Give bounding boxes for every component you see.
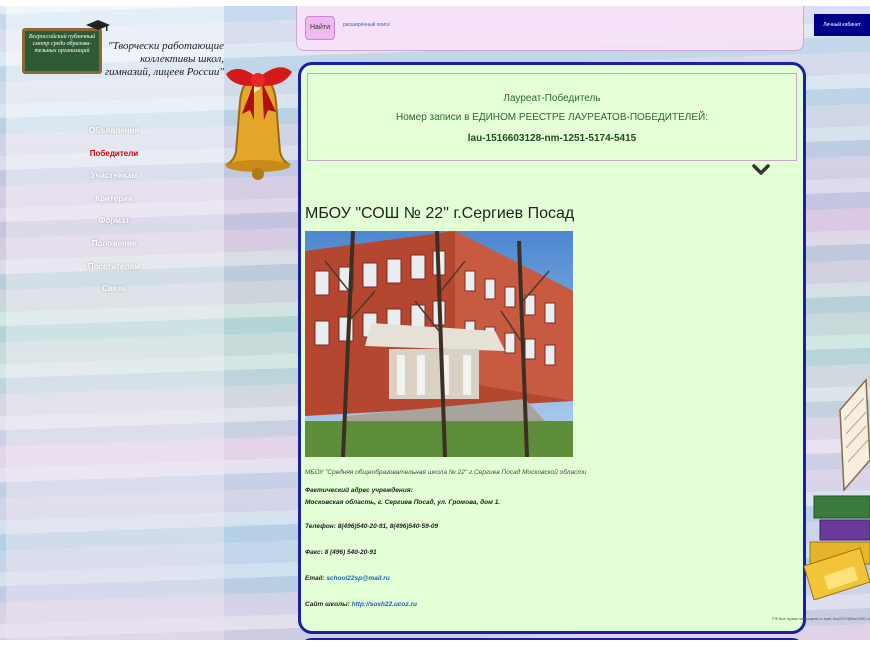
site-row: Сайт школы: http://sosh22.ucoz.ru (305, 601, 417, 608)
winner-card: Лауреат-Победитель Номер записи в ЕДИНОМ… (298, 62, 806, 634)
fax-value: 8 (496) 540-20-91 (324, 549, 377, 556)
email-label: Email: (305, 575, 325, 582)
laureate-banner: Лауреат-Победитель Номер записи в ЕДИНОМ… (307, 73, 797, 161)
school-photo (305, 231, 573, 457)
fax-row: Факс: 8 (496) 540-20-91 (305, 549, 377, 556)
chevron-down-icon[interactable] (751, 163, 771, 177)
nav-item-announcements[interactable]: Объявления (60, 124, 168, 147)
books-decoration-icon (803, 378, 870, 600)
registry-label: Номер записи в ЕДИНОМ РЕЕСТРЕ ЛАУРЕАТОВ-… (396, 112, 708, 123)
footer-copyright: РФ Все права защищены e-mail: tks2017@tk… (772, 616, 870, 621)
registry-record-id: lau-1516603128-nm-1251-5174-5415 (467, 133, 637, 144)
nav-item-regulations[interactable]: Положение (60, 237, 168, 260)
site-label: Сайт школы: (305, 601, 350, 608)
website-link[interactable]: http://sosh22.ucoz.ru (352, 601, 417, 608)
bottom-edge (0, 640, 870, 648)
email-row: Email: school22sp@mail.ru (305, 575, 390, 582)
laureate-status: Лауреат-Победитель (503, 93, 601, 104)
nav-item-format[interactable]: Формат (60, 214, 168, 237)
nav-item-participants[interactable]: Участникам (60, 169, 168, 192)
logo-text: Всероссийский публичный смотр среди обра… (28, 34, 96, 54)
photo-caption: МБОУ "Средняя общеобразовательная школа … (305, 469, 587, 476)
personal-cabinet-button[interactable]: Личный кабинет (814, 14, 870, 36)
search-button[interactable]: Найти (305, 16, 335, 40)
nav-item-contact[interactable]: Связь (60, 282, 168, 305)
main-nav: Объявления Победители Участникам Критери… (60, 124, 168, 305)
phone-label: Телефон: (305, 523, 336, 530)
advanced-search-link[interactable]: расширенный поиск (343, 22, 390, 28)
site-tagline: "Творчески работающие коллективы школ, г… (104, 40, 224, 78)
phone-row: Телефон: 8(496)540-20-91, 8(496)540-59-0… (305, 523, 438, 530)
bell-decoration-icon (224, 67, 292, 180)
nav-item-criteria[interactable]: Критерии (60, 192, 168, 215)
search-bar: Найти расширенный поиск (296, 6, 804, 51)
nav-item-winners[interactable]: Победители (60, 147, 168, 170)
school-title: МБОУ "СОШ № 22" г.Сергиев Посад (305, 205, 575, 222)
address-value: Московская область, г. Сергиев Посад, ул… (305, 499, 501, 506)
fax-label: Факс: (305, 549, 323, 556)
graduation-cap-icon (86, 20, 110, 31)
phone-value: 8(496)540-20-91, 8(496)540-59-09 (337, 523, 439, 530)
site-logo[interactable]: Всероссийский публичный смотр среди обра… (22, 28, 102, 74)
address-label: Фактический адрес учреждения: (305, 487, 413, 494)
email-link[interactable]: school22sp@mail.ru (326, 575, 389, 582)
left-panel (6, 0, 224, 648)
nav-item-visitors[interactable]: Посетителям (60, 260, 168, 283)
